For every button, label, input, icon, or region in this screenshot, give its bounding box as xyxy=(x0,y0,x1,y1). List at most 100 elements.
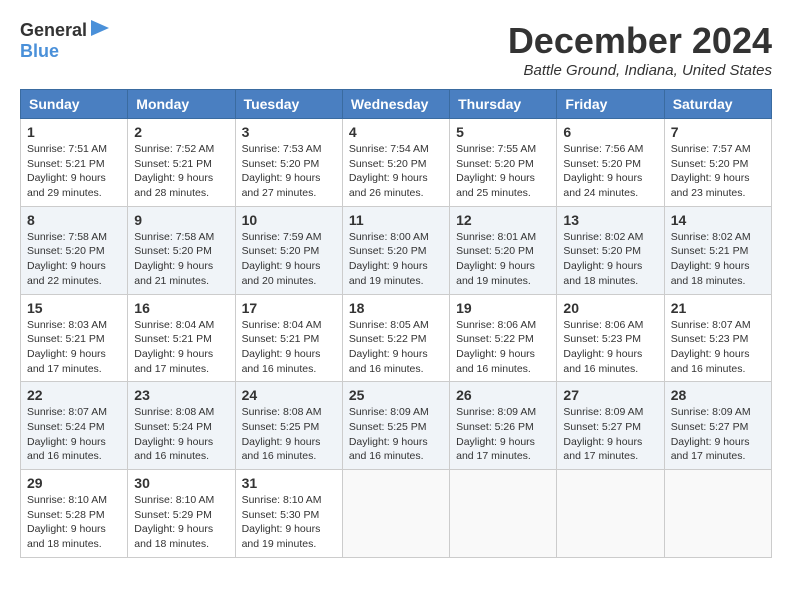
day-number: 4 xyxy=(349,124,443,140)
day-info: Sunrise: 7:54 AM Sunset: 5:20 PM Dayligh… xyxy=(349,142,443,201)
day-number: 5 xyxy=(456,124,550,140)
day-info: Sunrise: 7:51 AM Sunset: 5:21 PM Dayligh… xyxy=(27,142,121,201)
calendar-table: SundayMondayTuesdayWednesdayThursdayFrid… xyxy=(20,89,772,558)
day-number: 31 xyxy=(242,475,336,491)
calendar-cell xyxy=(450,470,557,558)
logo: General Blue xyxy=(20,20,113,62)
calendar-cell: 30 Sunrise: 8:10 AM Sunset: 5:29 PM Dayl… xyxy=(128,470,235,558)
calendar-cell: 8 Sunrise: 7:58 AM Sunset: 5:20 PM Dayli… xyxy=(21,206,128,294)
calendar-header-tuesday: Tuesday xyxy=(235,90,342,119)
day-info: Sunrise: 8:07 AM Sunset: 5:23 PM Dayligh… xyxy=(671,318,765,377)
calendar-header-saturday: Saturday xyxy=(664,90,771,119)
day-info: Sunrise: 8:00 AM Sunset: 5:20 PM Dayligh… xyxy=(349,230,443,289)
calendar-header-row: SundayMondayTuesdayWednesdayThursdayFrid… xyxy=(21,90,772,119)
calendar-cell: 21 Sunrise: 8:07 AM Sunset: 5:23 PM Dayl… xyxy=(664,294,771,382)
day-number: 2 xyxy=(134,124,228,140)
calendar-cell: 28 Sunrise: 8:09 AM Sunset: 5:27 PM Dayl… xyxy=(664,382,771,470)
calendar-cell: 5 Sunrise: 7:55 AM Sunset: 5:20 PM Dayli… xyxy=(450,119,557,207)
month-title: December 2024 xyxy=(508,20,772,62)
day-info: Sunrise: 8:06 AM Sunset: 5:23 PM Dayligh… xyxy=(563,318,657,377)
day-info: Sunrise: 7:59 AM Sunset: 5:20 PM Dayligh… xyxy=(242,230,336,289)
calendar-header-friday: Friday xyxy=(557,90,664,119)
day-number: 18 xyxy=(349,300,443,316)
calendar-cell: 17 Sunrise: 8:04 AM Sunset: 5:21 PM Dayl… xyxy=(235,294,342,382)
day-info: Sunrise: 8:03 AM Sunset: 5:21 PM Dayligh… xyxy=(27,318,121,377)
calendar-cell: 22 Sunrise: 8:07 AM Sunset: 5:24 PM Dayl… xyxy=(21,382,128,470)
location-text: Battle Ground, Indiana, United States xyxy=(508,62,772,79)
calendar-cell: 19 Sunrise: 8:06 AM Sunset: 5:22 PM Dayl… xyxy=(450,294,557,382)
calendar-cell: 29 Sunrise: 8:10 AM Sunset: 5:28 PM Dayl… xyxy=(21,470,128,558)
day-number: 7 xyxy=(671,124,765,140)
day-number: 24 xyxy=(242,387,336,403)
day-number: 29 xyxy=(27,475,121,491)
calendar-cell: 12 Sunrise: 8:01 AM Sunset: 5:20 PM Dayl… xyxy=(450,206,557,294)
day-info: Sunrise: 8:10 AM Sunset: 5:28 PM Dayligh… xyxy=(27,493,121,552)
calendar-header-monday: Monday xyxy=(128,90,235,119)
day-info: Sunrise: 8:06 AM Sunset: 5:22 PM Dayligh… xyxy=(456,318,550,377)
calendar-cell: 10 Sunrise: 7:59 AM Sunset: 5:20 PM Dayl… xyxy=(235,206,342,294)
calendar-cell xyxy=(664,470,771,558)
day-number: 6 xyxy=(563,124,657,140)
day-number: 23 xyxy=(134,387,228,403)
calendar-cell: 3 Sunrise: 7:53 AM Sunset: 5:20 PM Dayli… xyxy=(235,119,342,207)
title-section: December 2024 Battle Ground, Indiana, Un… xyxy=(508,20,772,79)
calendar-cell: 23 Sunrise: 8:08 AM Sunset: 5:24 PM Dayl… xyxy=(128,382,235,470)
day-number: 16 xyxy=(134,300,228,316)
day-info: Sunrise: 7:53 AM Sunset: 5:20 PM Dayligh… xyxy=(242,142,336,201)
logo-general-text: General xyxy=(20,20,87,41)
day-info: Sunrise: 8:10 AM Sunset: 5:29 PM Dayligh… xyxy=(134,493,228,552)
day-info: Sunrise: 8:09 AM Sunset: 5:27 PM Dayligh… xyxy=(563,405,657,464)
day-info: Sunrise: 8:01 AM Sunset: 5:20 PM Dayligh… xyxy=(456,230,550,289)
calendar-cell: 2 Sunrise: 7:52 AM Sunset: 5:21 PM Dayli… xyxy=(128,119,235,207)
calendar-cell: 25 Sunrise: 8:09 AM Sunset: 5:25 PM Dayl… xyxy=(342,382,449,470)
day-number: 15 xyxy=(27,300,121,316)
day-info: Sunrise: 7:52 AM Sunset: 5:21 PM Dayligh… xyxy=(134,142,228,201)
calendar-week-2: 8 Sunrise: 7:58 AM Sunset: 5:20 PM Dayli… xyxy=(21,206,772,294)
day-info: Sunrise: 8:08 AM Sunset: 5:25 PM Dayligh… xyxy=(242,405,336,464)
day-info: Sunrise: 8:04 AM Sunset: 5:21 PM Dayligh… xyxy=(134,318,228,377)
calendar-cell: 18 Sunrise: 8:05 AM Sunset: 5:22 PM Dayl… xyxy=(342,294,449,382)
day-info: Sunrise: 7:56 AM Sunset: 5:20 PM Dayligh… xyxy=(563,142,657,201)
day-number: 21 xyxy=(671,300,765,316)
calendar-cell: 14 Sunrise: 8:02 AM Sunset: 5:21 PM Dayl… xyxy=(664,206,771,294)
calendar-cell: 6 Sunrise: 7:56 AM Sunset: 5:20 PM Dayli… xyxy=(557,119,664,207)
calendar-cell: 31 Sunrise: 8:10 AM Sunset: 5:30 PM Dayl… xyxy=(235,470,342,558)
calendar-header-wednesday: Wednesday xyxy=(342,90,449,119)
calendar-week-4: 22 Sunrise: 8:07 AM Sunset: 5:24 PM Dayl… xyxy=(21,382,772,470)
calendar-header-thursday: Thursday xyxy=(450,90,557,119)
day-number: 10 xyxy=(242,212,336,228)
day-info: Sunrise: 8:09 AM Sunset: 5:25 PM Dayligh… xyxy=(349,405,443,464)
day-info: Sunrise: 8:09 AM Sunset: 5:27 PM Dayligh… xyxy=(671,405,765,464)
calendar-cell: 9 Sunrise: 7:58 AM Sunset: 5:20 PM Dayli… xyxy=(128,206,235,294)
calendar-week-5: 29 Sunrise: 8:10 AM Sunset: 5:28 PM Dayl… xyxy=(21,470,772,558)
day-number: 11 xyxy=(349,212,443,228)
day-info: Sunrise: 8:08 AM Sunset: 5:24 PM Dayligh… xyxy=(134,405,228,464)
day-info: Sunrise: 8:04 AM Sunset: 5:21 PM Dayligh… xyxy=(242,318,336,377)
day-number: 19 xyxy=(456,300,550,316)
day-number: 14 xyxy=(671,212,765,228)
day-info: Sunrise: 7:58 AM Sunset: 5:20 PM Dayligh… xyxy=(27,230,121,289)
calendar-cell: 27 Sunrise: 8:09 AM Sunset: 5:27 PM Dayl… xyxy=(557,382,664,470)
day-number: 30 xyxy=(134,475,228,491)
day-number: 26 xyxy=(456,387,550,403)
calendar-cell: 4 Sunrise: 7:54 AM Sunset: 5:20 PM Dayli… xyxy=(342,119,449,207)
day-number: 22 xyxy=(27,387,121,403)
day-info: Sunrise: 8:02 AM Sunset: 5:21 PM Dayligh… xyxy=(671,230,765,289)
day-number: 20 xyxy=(563,300,657,316)
day-info: Sunrise: 8:05 AM Sunset: 5:22 PM Dayligh… xyxy=(349,318,443,377)
logo-icon xyxy=(91,20,113,36)
calendar-cell: 16 Sunrise: 8:04 AM Sunset: 5:21 PM Dayl… xyxy=(128,294,235,382)
day-info: Sunrise: 8:09 AM Sunset: 5:26 PM Dayligh… xyxy=(456,405,550,464)
calendar-cell: 1 Sunrise: 7:51 AM Sunset: 5:21 PM Dayli… xyxy=(21,119,128,207)
day-info: Sunrise: 8:07 AM Sunset: 5:24 PM Dayligh… xyxy=(27,405,121,464)
calendar-cell: 7 Sunrise: 7:57 AM Sunset: 5:20 PM Dayli… xyxy=(664,119,771,207)
day-info: Sunrise: 7:58 AM Sunset: 5:20 PM Dayligh… xyxy=(134,230,228,289)
logo-blue-text: Blue xyxy=(20,41,59,61)
day-number: 8 xyxy=(27,212,121,228)
calendar-week-1: 1 Sunrise: 7:51 AM Sunset: 5:21 PM Dayli… xyxy=(21,119,772,207)
day-number: 27 xyxy=(563,387,657,403)
calendar-cell xyxy=(557,470,664,558)
day-number: 1 xyxy=(27,124,121,140)
calendar-cell: 26 Sunrise: 8:09 AM Sunset: 5:26 PM Dayl… xyxy=(450,382,557,470)
day-info: Sunrise: 8:02 AM Sunset: 5:20 PM Dayligh… xyxy=(563,230,657,289)
